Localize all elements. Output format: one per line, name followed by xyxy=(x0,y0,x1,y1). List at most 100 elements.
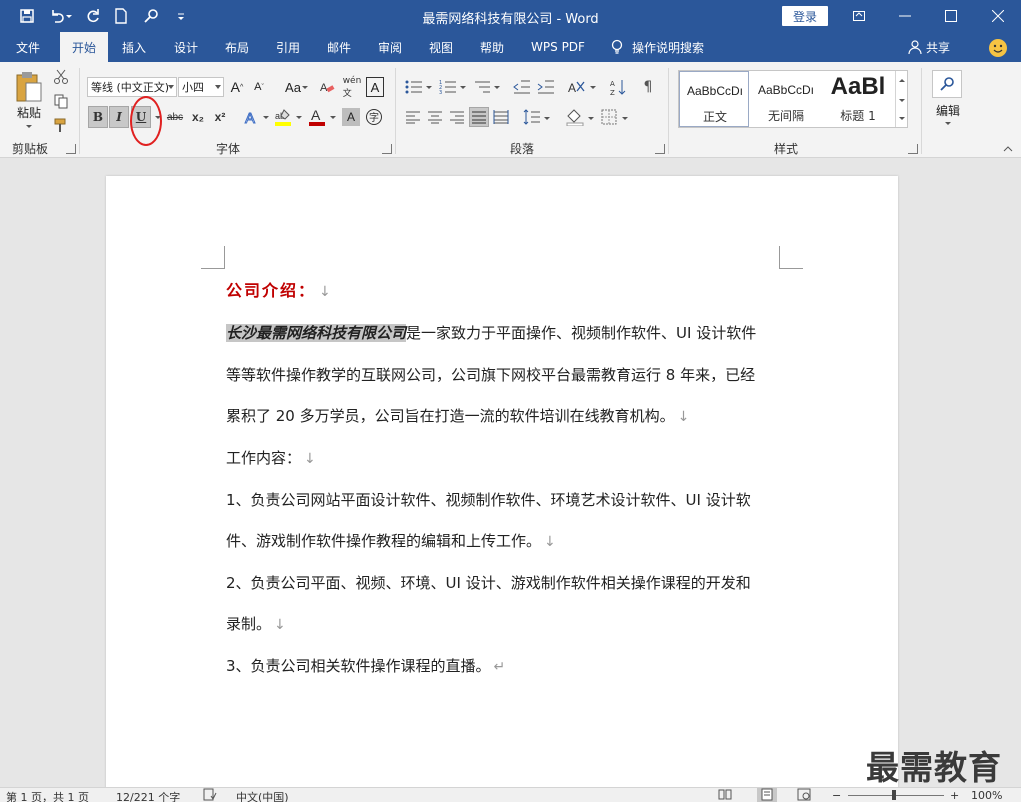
font-color-icon[interactable]: A xyxy=(306,106,328,128)
chinese-layout-icon[interactable]: A xyxy=(566,77,588,97)
increase-indent-icon[interactable] xyxy=(536,77,556,97)
zoom-in-button[interactable]: + xyxy=(950,789,959,802)
multilevel-dropdown-icon[interactable] xyxy=(494,86,500,89)
editing-dropdown-icon[interactable] xyxy=(945,122,951,125)
line-spacing-dropdown-icon[interactable] xyxy=(544,117,550,120)
text-effects-icon[interactable]: A xyxy=(242,106,262,128)
phonetic-guide-icon[interactable]: wén 文 xyxy=(342,76,362,99)
align-left-icon[interactable] xyxy=(404,108,422,126)
align-right-icon[interactable] xyxy=(448,108,466,126)
paste-icon[interactable] xyxy=(12,70,46,104)
ribbon-display-options-icon[interactable] xyxy=(836,0,882,32)
language-status[interactable]: 中文(中国) xyxy=(236,789,289,802)
line-spacing-icon[interactable] xyxy=(522,108,542,126)
grow-font-icon[interactable]: A ^ xyxy=(228,77,246,97)
maximize-icon[interactable] xyxy=(928,0,974,32)
bullets-dropdown-icon[interactable] xyxy=(426,86,432,89)
more-styles-icon[interactable] xyxy=(899,117,905,120)
copy-icon[interactable] xyxy=(52,92,70,110)
cut-icon[interactable] xyxy=(52,68,70,86)
web-layout-icon[interactable] xyxy=(797,788,811,802)
enclose-characters-icon[interactable]: 字 xyxy=(364,107,384,127)
subscript-button[interactable]: x₂ xyxy=(188,106,208,128)
style-normal[interactable]: AaBbCcDı 正文 xyxy=(679,71,749,127)
paragraph-launcher-icon[interactable] xyxy=(655,144,665,154)
print-layout-icon[interactable] xyxy=(757,788,777,802)
zoom-level[interactable]: 100% xyxy=(971,789,1002,802)
tab-view[interactable]: 视图 xyxy=(419,32,463,62)
style-no-spacing[interactable]: AaBbCcDı 无间隔 xyxy=(751,71,821,127)
superscript-button[interactable]: x² xyxy=(210,106,230,128)
highlight-color-icon[interactable]: ab xyxy=(272,106,294,128)
paste-label[interactable]: 粘贴 xyxy=(14,104,44,121)
scroll-down-icon[interactable] xyxy=(899,99,905,102)
italic-button[interactable]: I xyxy=(109,106,129,128)
document-page[interactable]: 公司介绍： ↓ 长沙最需网络科技有限公司是一家致力于平面操作、视频制作软件、UI … xyxy=(106,176,898,802)
bullets-icon[interactable] xyxy=(404,77,424,97)
font-name-combo[interactable]: 等线 (中文正文) xyxy=(87,77,177,97)
text-effects-dropdown-icon[interactable] xyxy=(263,116,269,119)
multilevel-list-icon[interactable] xyxy=(472,77,492,97)
minimize-icon[interactable] xyxy=(882,0,928,32)
decrease-indent-icon[interactable] xyxy=(512,77,532,97)
change-case-dropdown-icon[interactable] xyxy=(302,86,308,89)
align-center-icon[interactable] xyxy=(426,108,444,126)
borders-dropdown-icon[interactable] xyxy=(622,117,628,120)
character-border-icon[interactable]: A xyxy=(366,77,384,97)
shading-dropdown-icon[interactable] xyxy=(588,117,594,120)
tell-me-search[interactable]: 操作说明搜索 xyxy=(610,32,704,62)
show-marks-icon[interactable]: ¶ xyxy=(638,77,658,97)
chinese-layout-dropdown-icon[interactable] xyxy=(590,86,596,89)
proofing-icon[interactable] xyxy=(203,788,217,802)
tab-help[interactable]: 帮助 xyxy=(470,32,514,62)
font-color-dropdown-icon[interactable] xyxy=(330,116,336,119)
tab-references[interactable]: 引用 xyxy=(266,32,310,62)
ribbon-tab-bar: 文件 开始 插入 设计 布局 引用 邮件 审阅 视图 帮助 WPS PDF 操作… xyxy=(0,32,1021,62)
justify-icon[interactable] xyxy=(469,107,489,127)
font-launcher-icon[interactable] xyxy=(382,144,392,154)
font-size-combo[interactable]: 小四 xyxy=(178,77,224,97)
share-button[interactable]: 共享 xyxy=(908,32,950,62)
tab-review[interactable]: 审阅 xyxy=(368,32,412,62)
borders-icon[interactable] xyxy=(600,108,618,126)
tab-insert[interactable]: 插入 xyxy=(112,32,156,62)
zoom-out-button[interactable]: − xyxy=(832,789,841,802)
search-icon[interactable] xyxy=(932,70,962,98)
login-button[interactable]: 登录 xyxy=(782,6,828,26)
paste-dropdown-icon[interactable] xyxy=(26,125,32,128)
svg-text:A: A xyxy=(311,107,321,123)
read-mode-icon[interactable] xyxy=(718,788,732,802)
sort-icon[interactable]: AZ xyxy=(608,77,628,97)
tab-wps-pdf[interactable]: WPS PDF xyxy=(522,32,594,62)
character-shading-icon[interactable]: A xyxy=(342,108,360,126)
page-count[interactable]: 第 1 页，共 1 页 xyxy=(6,789,89,802)
strikethrough-button[interactable]: abc xyxy=(165,106,185,128)
collapse-ribbon-icon[interactable] xyxy=(1002,144,1014,154)
scroll-up-icon[interactable] xyxy=(899,79,905,82)
zoom-slider-thumb[interactable] xyxy=(892,790,896,800)
numbering-icon[interactable]: 123 xyxy=(438,77,458,97)
tab-design[interactable]: 设计 xyxy=(164,32,208,62)
styles-launcher-icon[interactable] xyxy=(908,144,918,154)
format-painter-icon[interactable] xyxy=(52,116,70,134)
selected-company-name[interactable]: 长沙最需网络科技有限公司 xyxy=(226,324,407,342)
feedback-smiley-icon[interactable] xyxy=(989,39,1007,57)
tab-layout[interactable]: 布局 xyxy=(215,32,259,62)
shrink-font-icon[interactable]: Aˇ xyxy=(250,77,268,97)
zoom-slider-track[interactable] xyxy=(848,795,944,796)
distributed-icon[interactable] xyxy=(492,108,510,126)
style-heading-1[interactable]: AaBl 标题 1 xyxy=(823,71,893,127)
close-icon[interactable] xyxy=(975,0,1021,32)
list-item-text: 录制。 xyxy=(226,615,272,633)
clear-formatting-icon[interactable]: A xyxy=(318,77,336,97)
highlight-dropdown-icon[interactable] xyxy=(296,116,302,119)
tab-home[interactable]: 开始 xyxy=(60,32,108,62)
editing-label[interactable]: 编辑 xyxy=(930,102,966,119)
clipboard-launcher-icon[interactable] xyxy=(66,144,76,154)
shading-icon[interactable] xyxy=(564,108,586,126)
tab-mailings[interactable]: 邮件 xyxy=(317,32,361,62)
bold-button[interactable]: B xyxy=(88,106,108,128)
word-count[interactable]: 12/221 个字 xyxy=(116,789,180,802)
numbering-dropdown-icon[interactable] xyxy=(460,86,466,89)
tab-file[interactable]: 文件 xyxy=(0,32,56,62)
